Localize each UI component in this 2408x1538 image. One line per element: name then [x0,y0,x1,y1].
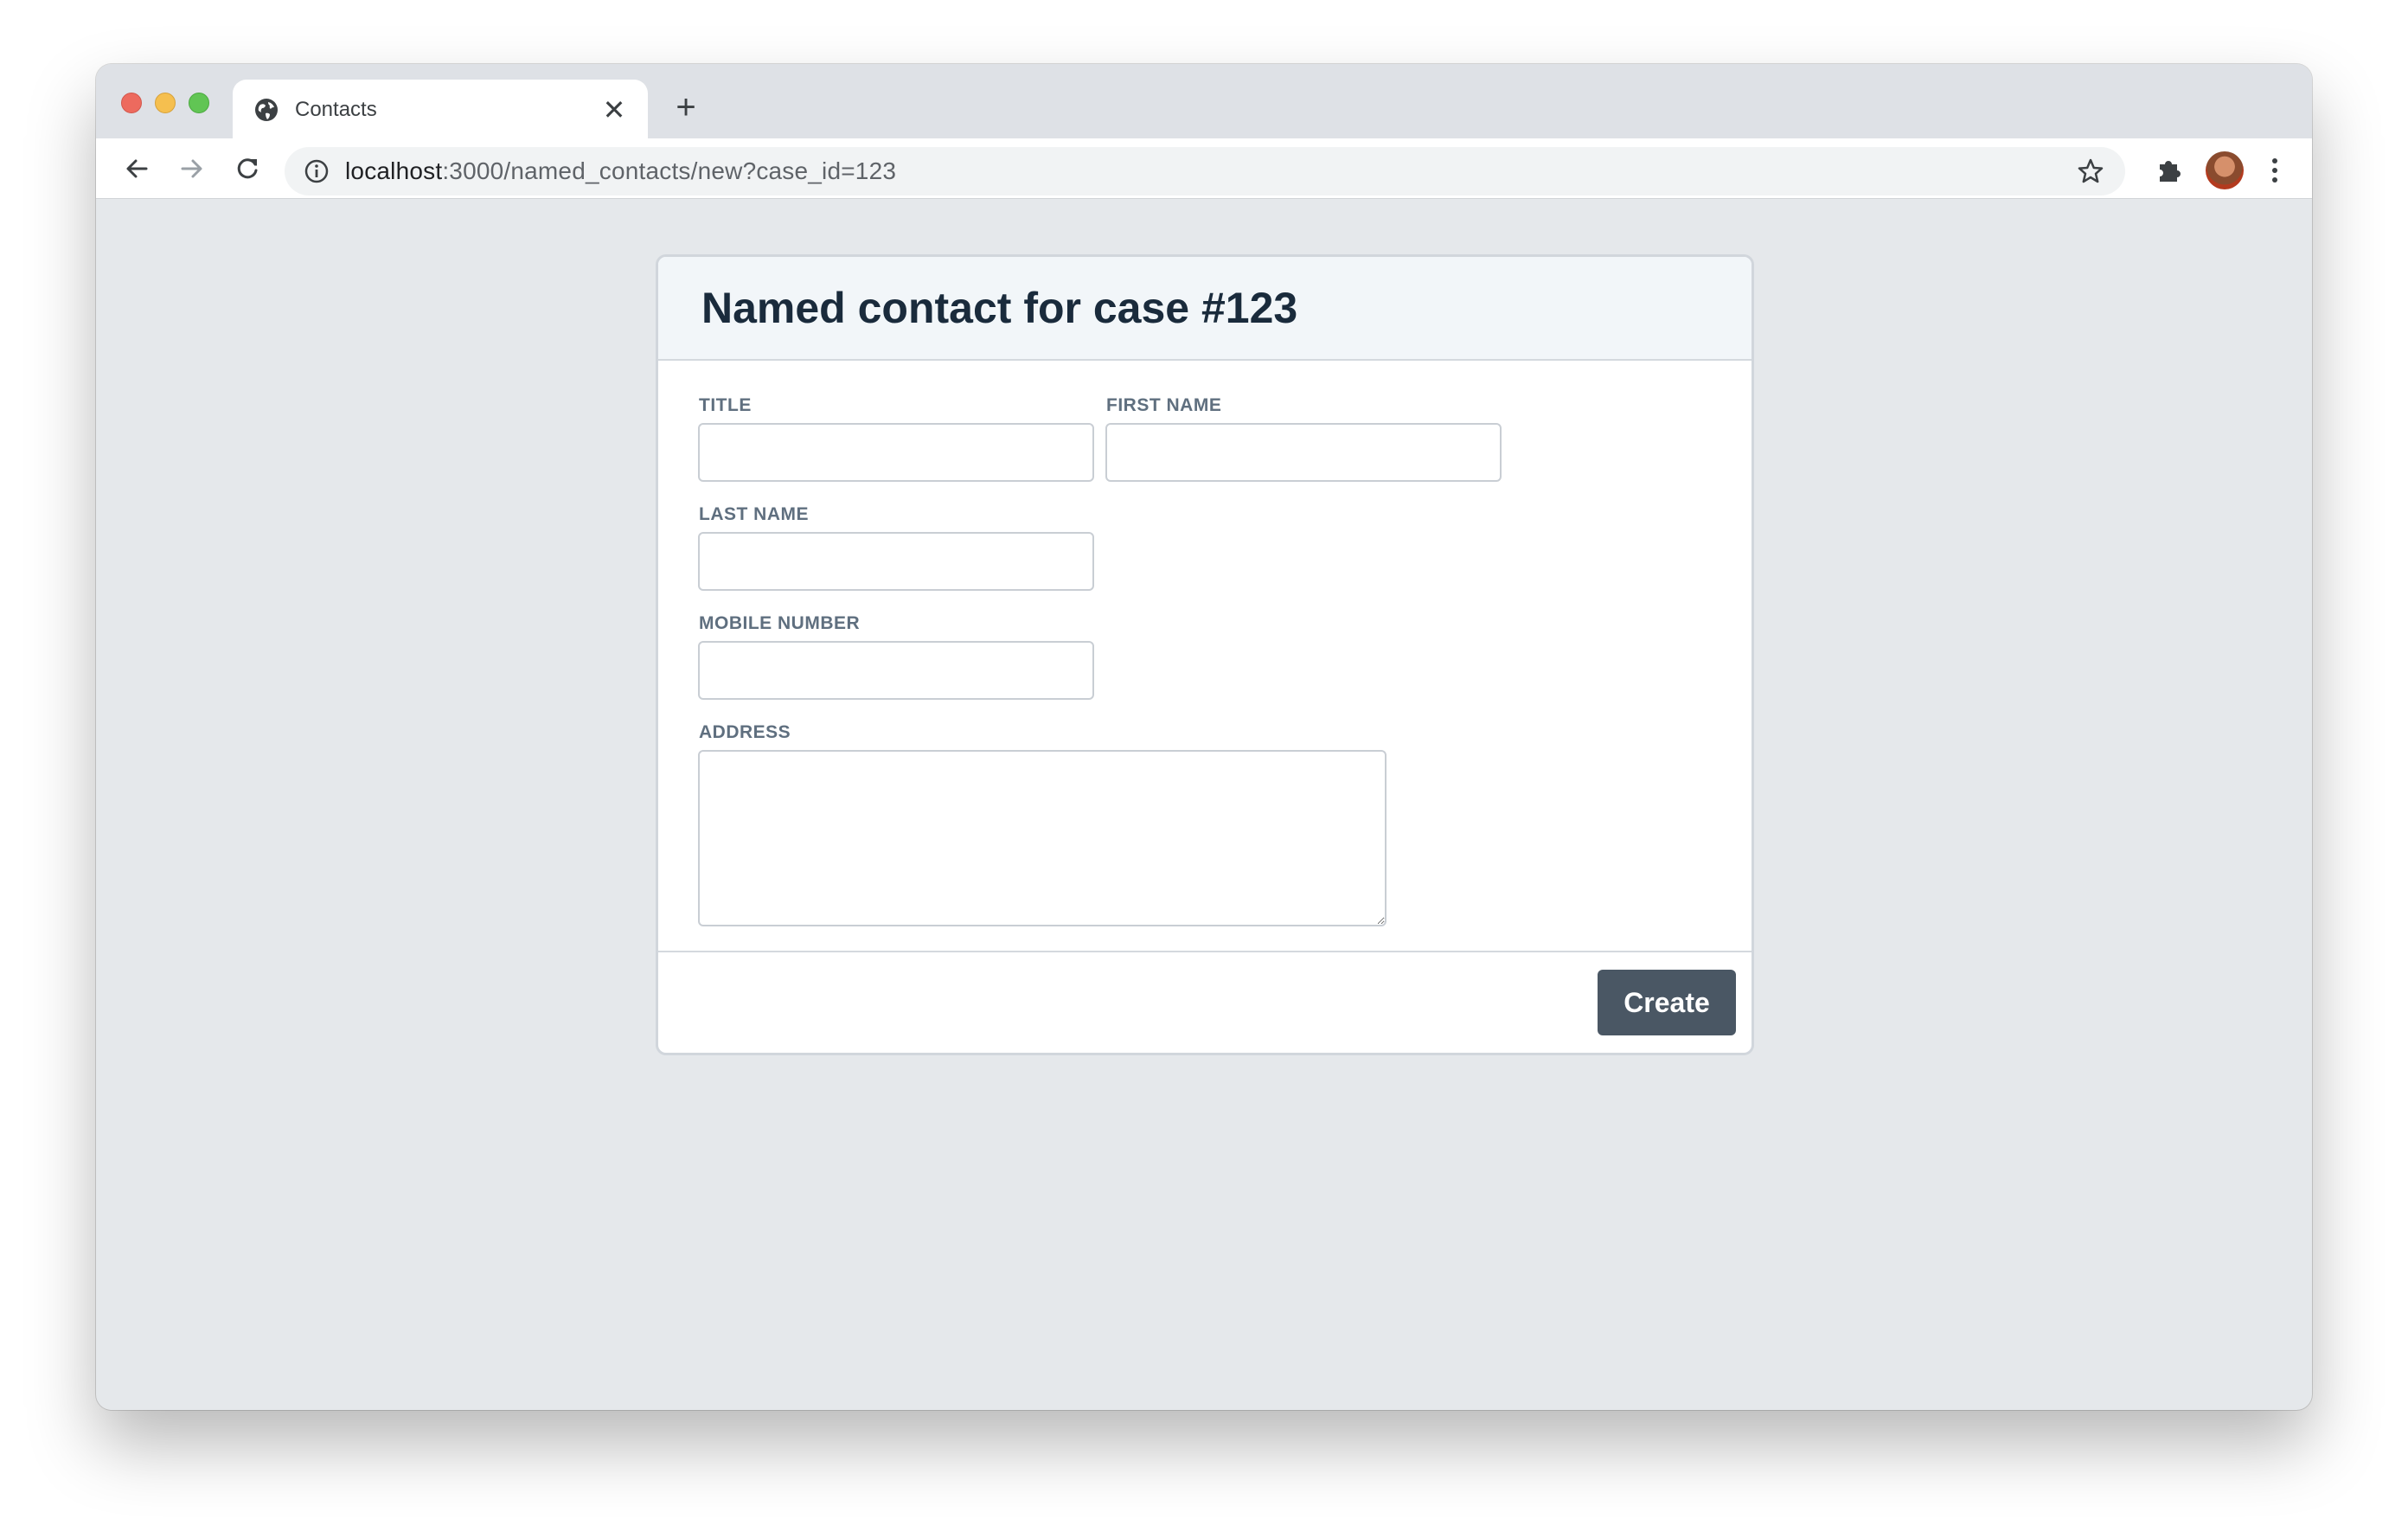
reload-icon[interactable] [229,151,266,187]
url-path: :3000/named_contacts/new?case_id=123 [442,157,897,184]
page-title: Named contact for case #123 [701,284,1298,332]
last-name-label: LAST NAME [699,504,809,524]
named-contact-card: Named contact for case #123 TITLE FIRST … [656,254,1754,1055]
card-header: Named contact for case #123 [658,257,1752,361]
profile-avatar[interactable] [2203,149,2246,192]
extensions-icon[interactable] [2148,149,2191,192]
first-name-label: FIRST NAME [1106,395,1222,415]
address-bar[interactable]: localhost:3000/named_contacts/new?case_i… [285,147,2125,195]
minimize-window-button[interactable] [155,93,176,113]
close-tab-icon[interactable]: ✕ [601,96,627,124]
forward-arrow-icon[interactable] [174,151,210,187]
globe-icon [253,97,279,123]
url-host: localhost [345,157,443,184]
maximize-window-button[interactable] [189,93,209,113]
last-name-input[interactable] [698,532,1094,591]
title-input[interactable] [698,423,1094,482]
browser-window: Contacts ✕ + localhost:3000/named_contac… [96,64,2312,1410]
tab-contacts[interactable]: Contacts ✕ [233,80,648,140]
new-tab-button[interactable]: + [667,88,705,126]
more-menu-icon[interactable] [2253,149,2296,192]
star-icon[interactable] [2075,156,2106,187]
card-footer: Create [658,951,1752,1053]
info-icon[interactable] [304,158,330,184]
back-arrow-icon[interactable] [118,151,155,187]
address-label: ADDRESS [699,722,791,742]
first-name-input[interactable] [1105,423,1502,482]
address-textarea[interactable] [698,750,1387,926]
contact-form: TITLE FIRST NAME LAST NAME MOBILE NUMBER… [658,361,1752,954]
tab-strip: Contacts ✕ + [96,64,2312,140]
url-text: localhost:3000/named_contacts/new?case_i… [345,157,896,185]
mobile-number-label: MOBILE NUMBER [699,613,861,633]
tab-title: Contacts [295,98,377,121]
title-label: TITLE [699,395,752,415]
create-button[interactable]: Create [1598,970,1736,1035]
close-window-button[interactable] [121,93,142,113]
mobile-number-input[interactable] [698,641,1094,700]
